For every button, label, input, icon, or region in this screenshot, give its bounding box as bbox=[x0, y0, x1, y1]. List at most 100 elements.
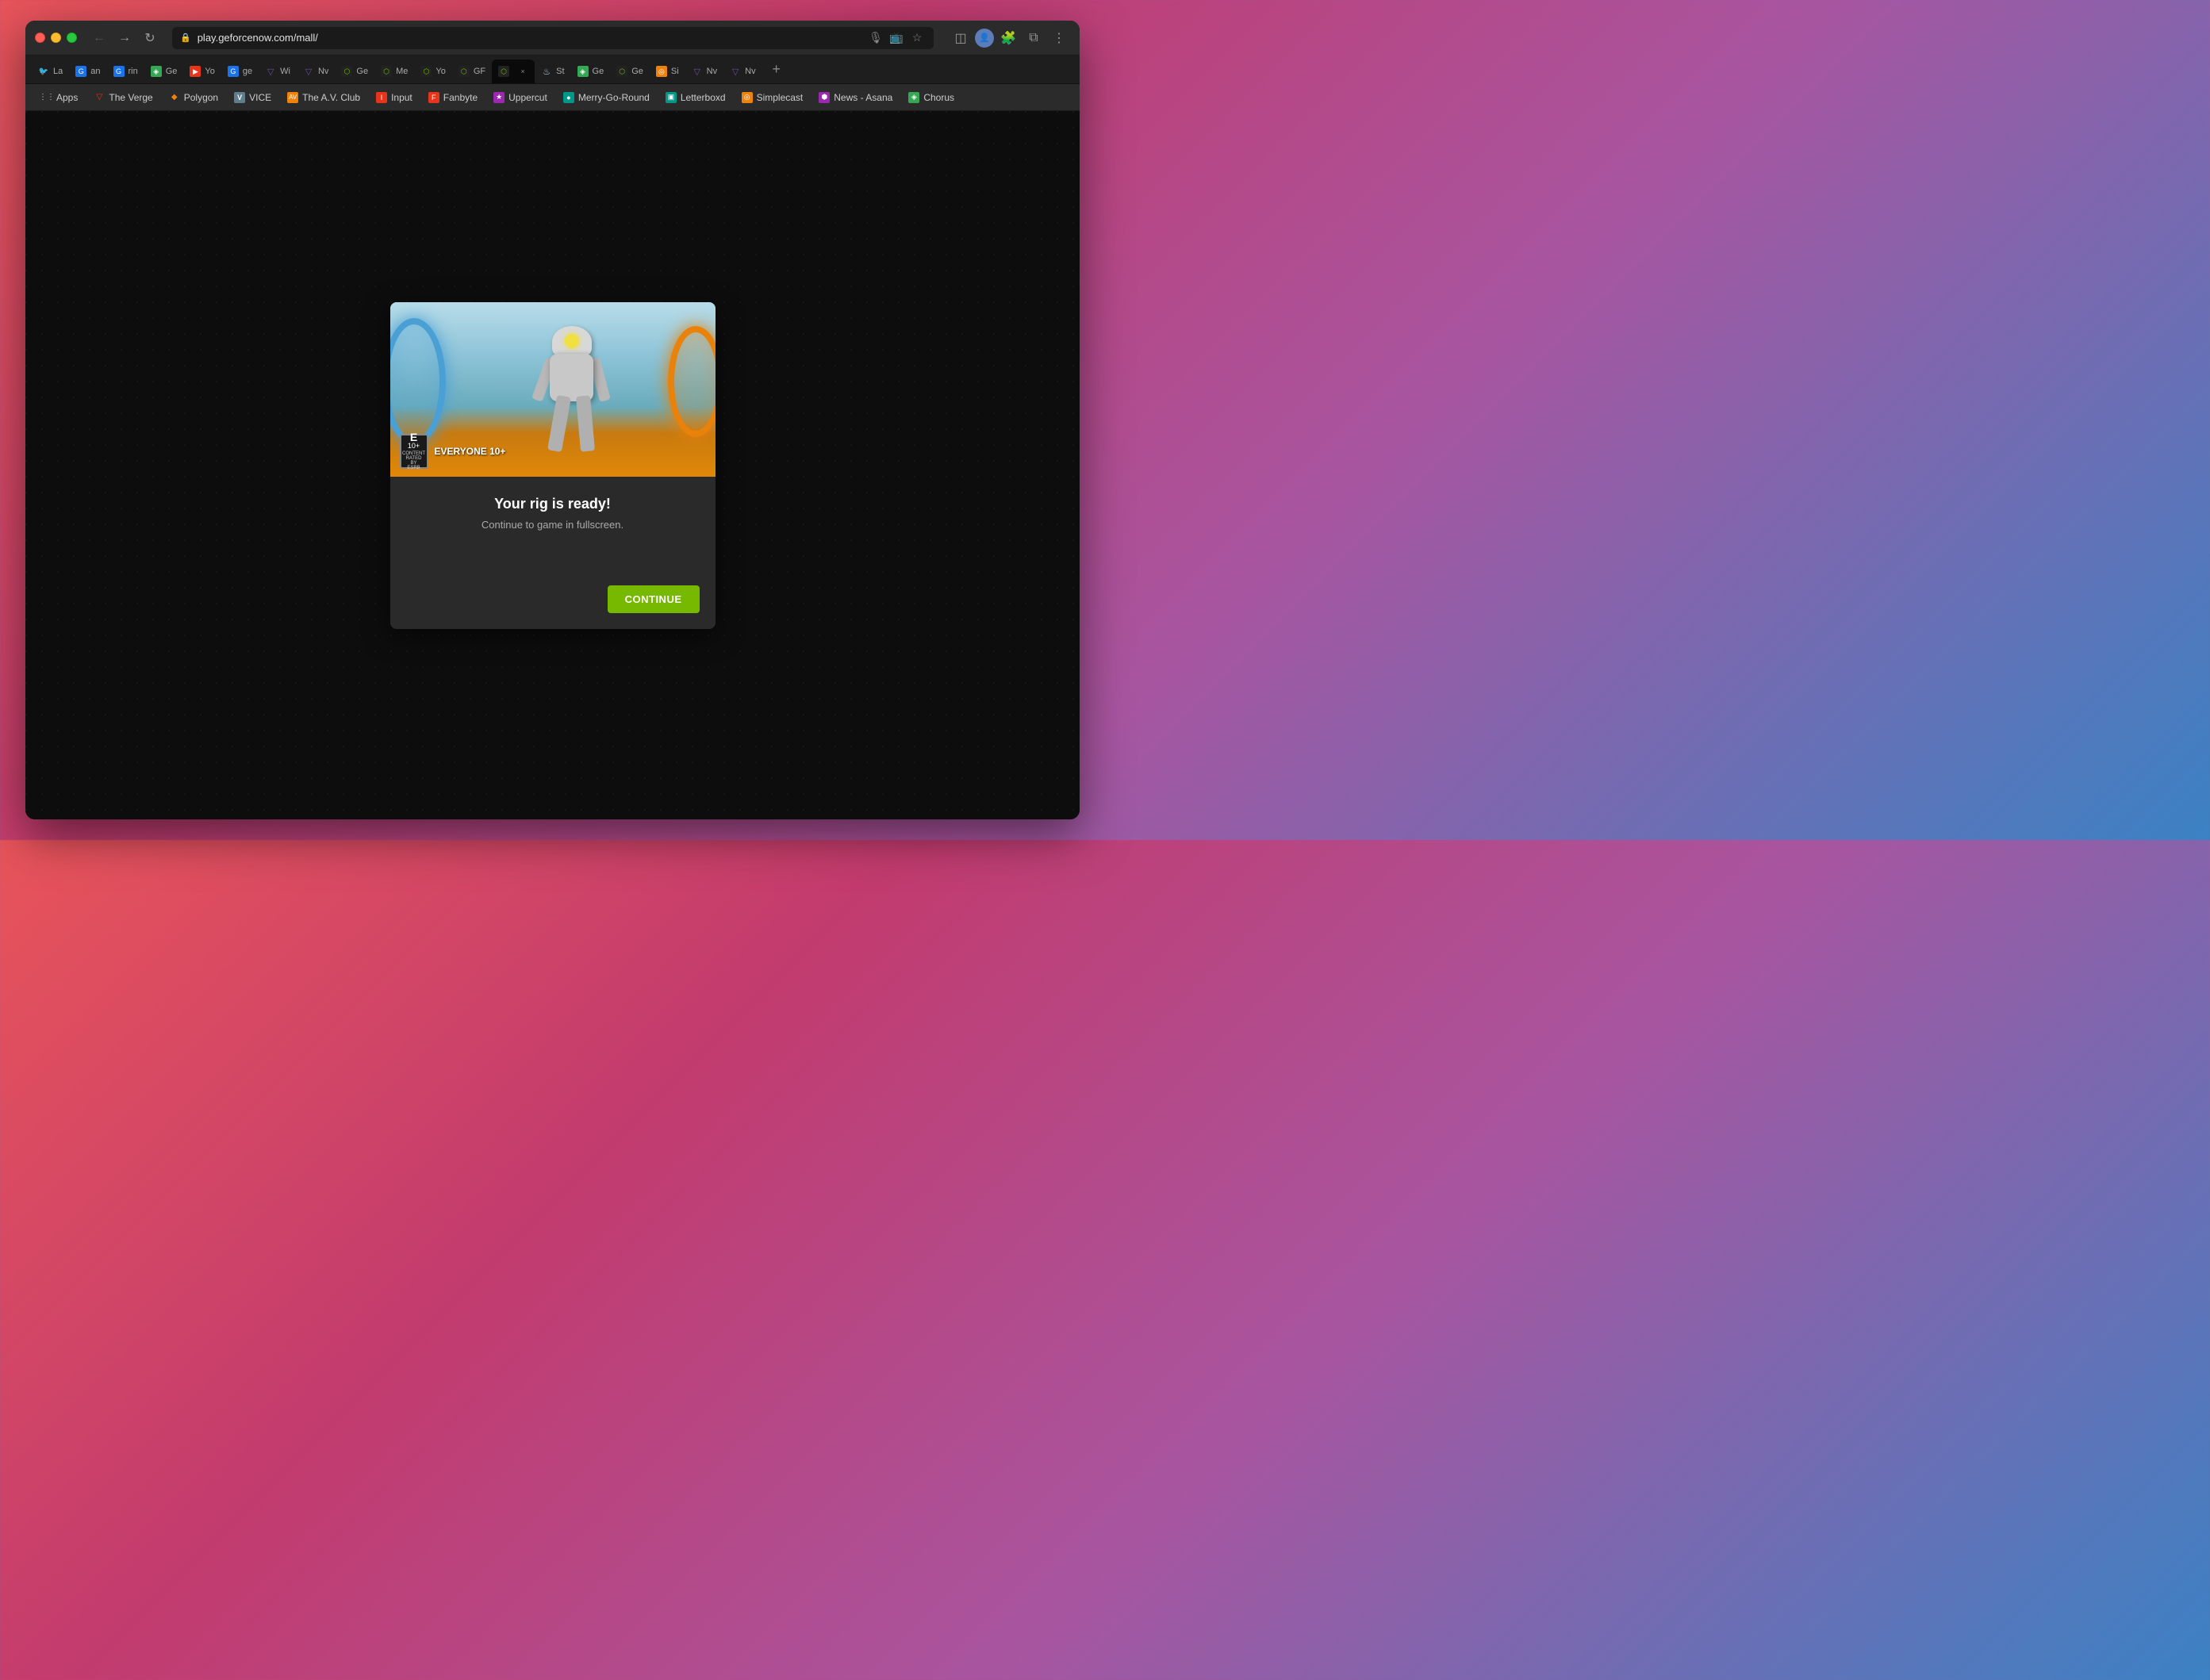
bookmark-the-verge[interactable]: ▽ The Verge bbox=[87, 90, 159, 105]
tab-favicon: ⬡ bbox=[498, 66, 509, 77]
tab-favicon: ⬡ bbox=[381, 66, 392, 77]
robot-eye bbox=[565, 334, 579, 348]
simplecast-icon: ◎ bbox=[742, 92, 753, 103]
tab-youtube[interactable]: ▶ Yo bbox=[183, 59, 221, 83]
bookmark-star-icon[interactable]: ☆ bbox=[908, 29, 926, 47]
nav-controls: ← → ↻ bbox=[88, 27, 161, 49]
minimize-window-button[interactable] bbox=[51, 33, 61, 43]
tab-proton-2[interactable]: ▽ Nv bbox=[297, 59, 335, 83]
tab-favicon: ▶ bbox=[190, 66, 201, 77]
main-content: E 10+ CONTENTRATED BYESRB EVERYONE 10+ Y… bbox=[25, 111, 1080, 819]
bookmarks-bar: ⋮⋮ Apps ▽ The Verge ◆ Polygon V VICE AV … bbox=[25, 84, 1080, 111]
forward-button[interactable]: → bbox=[113, 27, 136, 49]
game-card: E 10+ CONTENTRATED BYESRB EVERYONE 10+ Y… bbox=[390, 302, 716, 629]
tab-favicon: ▽ bbox=[730, 66, 741, 77]
tab-active-gfn[interactable]: ⬡ × bbox=[492, 59, 535, 83]
tab-proton-1[interactable]: ▽ Wi bbox=[259, 59, 297, 83]
bookmark-merry-go-round[interactable]: ● Merry-Go-Round bbox=[557, 90, 656, 105]
bookmark-label: Uppercut bbox=[508, 92, 547, 103]
back-button[interactable]: ← bbox=[88, 27, 110, 49]
tab-twitter[interactable]: 🐦 La bbox=[32, 59, 69, 83]
bookmark-polygon[interactable]: ◆ Polygon bbox=[163, 90, 224, 105]
tab-ge-2[interactable]: ◈ Ge bbox=[571, 59, 611, 83]
cast-icon[interactable]: 📺 bbox=[888, 29, 905, 47]
tab-label: Nv bbox=[707, 67, 717, 76]
ready-title: Your rig is ready! bbox=[409, 496, 696, 512]
bookmark-simplecast[interactable]: ◎ Simplecast bbox=[735, 90, 810, 105]
tab-nvidia-2[interactable]: ⬡ Me bbox=[374, 59, 414, 83]
tab-favicon: ⬡ bbox=[341, 66, 352, 77]
tab-google-1[interactable]: G an bbox=[69, 59, 106, 83]
bookmark-letterboxd[interactable]: ▣ Letterboxd bbox=[659, 90, 732, 105]
tab-label: La bbox=[53, 67, 63, 76]
tab-favicon: G bbox=[228, 66, 239, 77]
tab-label: Si bbox=[671, 67, 679, 76]
tab-google-3[interactable]: G ge bbox=[221, 59, 259, 83]
robot-leg-right bbox=[575, 395, 594, 451]
esrb-box: E 10+ CONTENTRATED BYESRB bbox=[400, 434, 428, 469]
address-icons: 🎙 📺 ☆ bbox=[867, 29, 926, 47]
tab-favicon: ◈ bbox=[577, 66, 589, 77]
maximize-window-button[interactable] bbox=[67, 33, 77, 43]
tab-favicon: ▽ bbox=[265, 66, 276, 77]
extensions-icon[interactable]: 🧩 bbox=[997, 27, 1019, 49]
polygon-icon: ◆ bbox=[169, 92, 180, 103]
ready-subtitle: Continue to game in fullscreen. bbox=[409, 519, 696, 531]
tab-label: Nv bbox=[318, 67, 328, 76]
robot-body bbox=[550, 354, 593, 401]
tab-ge-1[interactable]: ◈ Ge bbox=[144, 59, 184, 83]
new-tab-button[interactable]: + bbox=[765, 59, 788, 81]
robot-leg-left bbox=[547, 394, 571, 451]
tab-favicon: ⬡ bbox=[420, 66, 432, 77]
tab-favicon: ⬡ bbox=[616, 66, 627, 77]
tab-favicon: 🐦 bbox=[38, 66, 49, 77]
tab-label: Yo bbox=[435, 67, 445, 76]
bookmark-av-club[interactable]: AV The A.V. Club bbox=[281, 90, 366, 105]
letterboxd-icon: ▣ bbox=[666, 92, 677, 103]
tab-favicon: ▽ bbox=[692, 66, 703, 77]
continue-button[interactable]: CONTINUE bbox=[608, 585, 700, 613]
browser-window: ← → ↻ 🔒 play.geforcenow.com/mall/ 🎙 📺 ☆ … bbox=[25, 21, 1080, 819]
tab-steam[interactable]: ♨ St bbox=[535, 59, 570, 83]
bookmark-asana[interactable]: ⬢ News - Asana bbox=[812, 90, 899, 105]
input-icon: I bbox=[376, 92, 387, 103]
bookmark-label: Input bbox=[391, 92, 412, 103]
tab-youtube-2[interactable]: ⬡ Yo bbox=[414, 59, 451, 83]
tab-nvidia-1[interactable]: ⬡ Ge bbox=[335, 59, 374, 83]
bookmark-apps[interactable]: ⋮⋮ Apps bbox=[35, 90, 84, 105]
tab-label: Wi bbox=[280, 67, 290, 76]
address-bar[interactable]: 🔒 play.geforcenow.com/mall/ 🎙 📺 ☆ bbox=[172, 27, 934, 49]
microphone-icon[interactable]: 🎙 bbox=[867, 29, 884, 47]
bookmark-label: The Verge bbox=[109, 92, 152, 103]
info-panel: Your rig is ready! Continue to game in f… bbox=[390, 477, 716, 629]
tab-nvidia-3[interactable]: ⬡ Ge bbox=[610, 59, 650, 83]
tab-label: an bbox=[90, 67, 100, 76]
apps-icon: ⋮⋮ bbox=[41, 92, 52, 103]
asana-icon: ⬢ bbox=[819, 92, 830, 103]
fanbyte-icon: F bbox=[428, 92, 439, 103]
bookmark-fanbyte[interactable]: F Fanbyte bbox=[422, 90, 484, 105]
tab-gfn[interactable]: ⬡ GF bbox=[452, 59, 492, 83]
menu-button[interactable]: ⋮ bbox=[1048, 27, 1070, 49]
tab-google-2[interactable]: G rin bbox=[107, 59, 144, 83]
tab-favicon: ⬡ bbox=[458, 66, 470, 77]
bookmark-vice[interactable]: V VICE bbox=[228, 90, 278, 105]
tab-close-button[interactable]: × bbox=[517, 66, 528, 77]
tab-label: GF bbox=[474, 67, 485, 76]
portal-scene: E 10+ CONTENTRATED BYESRB EVERYONE 10+ bbox=[390, 302, 716, 477]
bookmark-input[interactable]: I Input bbox=[370, 90, 419, 105]
bookmark-chorus[interactable]: ◈ Chorus bbox=[902, 90, 961, 105]
tab-label: Me bbox=[396, 67, 408, 76]
tab-label: Ge bbox=[593, 67, 604, 76]
tab-manager-icon[interactable]: ⧉ bbox=[1023, 27, 1045, 49]
refresh-button[interactable]: ↻ bbox=[139, 27, 161, 49]
tab-proton-3[interactable]: ▽ Nv bbox=[685, 59, 723, 83]
close-window-button[interactable] bbox=[35, 33, 45, 43]
profile-button[interactable]: 👤 bbox=[975, 29, 994, 48]
tab-simplecast[interactable]: ◎ Si bbox=[650, 59, 685, 83]
tab-proton-4[interactable]: ▽ Nv bbox=[723, 59, 762, 83]
pocket-icon[interactable]: ◫ bbox=[950, 27, 972, 49]
bookmark-uppercut[interactable]: ★ Uppercut bbox=[487, 90, 554, 105]
esrb-e-letter: E bbox=[410, 432, 417, 443]
bookmark-label: VICE bbox=[249, 92, 271, 103]
